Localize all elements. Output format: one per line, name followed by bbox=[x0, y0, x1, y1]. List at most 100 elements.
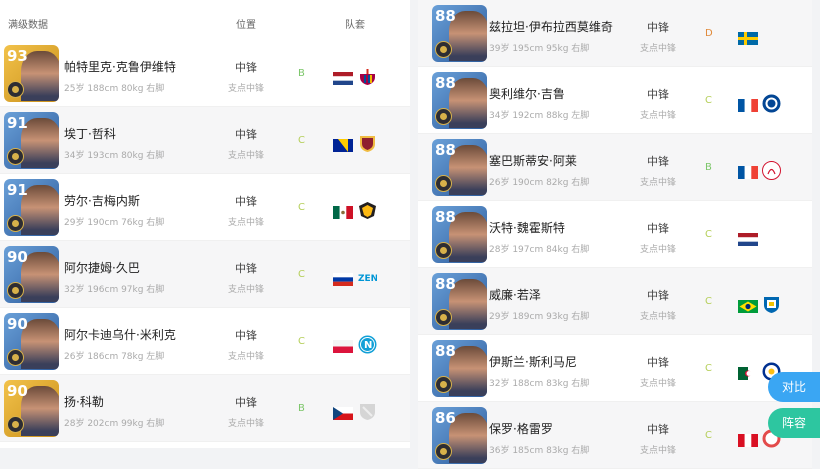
player-info: 28岁 197cm 84kg 右脚 bbox=[489, 245, 590, 255]
club-badge-icon bbox=[358, 134, 377, 153]
player-rating: 90 bbox=[7, 382, 28, 400]
club-badge-icon bbox=[358, 201, 377, 220]
player-row[interactable]: 88 塞巴斯蒂安·阿莱 26岁 190cm 82kg 右脚 中锋 支点中锋 B bbox=[418, 134, 812, 201]
club-badge-icon bbox=[358, 402, 377, 421]
player-rating: 88 bbox=[435, 208, 456, 226]
player-name: 埃丁·哲科 bbox=[64, 127, 116, 141]
card-badge-icon bbox=[435, 443, 452, 460]
player-card[interactable]: 90 bbox=[4, 313, 59, 370]
player-row[interactable]: 88 伊斯兰·斯利马尼 32岁 188cm 83kg 右脚 中锋 支点中锋 C bbox=[418, 335, 812, 402]
svg-text:ZEN: ZEN bbox=[358, 274, 377, 284]
player-row[interactable]: 88 沃特·魏霍斯特 28岁 197cm 84kg 右脚 中锋 支点中锋 C bbox=[418, 201, 812, 268]
player-card[interactable]: 93 bbox=[4, 45, 59, 102]
player-role: 支点中锋 bbox=[227, 419, 264, 429]
player-role: 支点中锋 bbox=[227, 352, 264, 362]
player-info: 29岁 190cm 76kg 右脚 bbox=[64, 218, 165, 228]
list-header: 满级数据 位置 队套 bbox=[0, 0, 410, 40]
player-row[interactable]: 88 兹拉坦·伊布拉西莫维奇 39岁 195cm 95kg 右脚 中锋 支点中锋 D bbox=[418, 0, 812, 67]
player-grade: C bbox=[705, 229, 712, 240]
player-grade: C bbox=[298, 202, 305, 213]
player-row[interactable]: 90 阿尔捷姆·久巴 32岁 196cm 97kg 右脚 中锋 支点中锋 C ZEN bbox=[0, 241, 410, 308]
player-name: 扬·科勒 bbox=[64, 395, 104, 409]
card-badge-icon bbox=[7, 416, 24, 433]
player-position: 中锋 bbox=[235, 262, 257, 275]
player-card[interactable]: 88 bbox=[432, 340, 487, 397]
nation-flag-icon bbox=[333, 70, 353, 85]
player-position: 中锋 bbox=[647, 289, 669, 302]
player-card[interactable]: 90 bbox=[4, 380, 59, 437]
player-name: 保罗·格雷罗 bbox=[489, 422, 553, 436]
player-role: 支点中锋 bbox=[639, 111, 676, 121]
club-badge-icon bbox=[358, 67, 377, 86]
card-badge-icon bbox=[435, 175, 452, 192]
player-name: 威廉·若泽 bbox=[489, 288, 541, 302]
player-info: 34岁 192cm 88kg 左脚 bbox=[489, 111, 590, 121]
player-name: 伊斯兰·斯利马尼 bbox=[489, 355, 577, 369]
header-position: 位置 bbox=[236, 20, 256, 31]
player-row[interactable]: 88 奥利维尔·吉鲁 34岁 192cm 88kg 左脚 中锋 支点中锋 C bbox=[418, 67, 812, 134]
player-row[interactable]: 91 埃丁·哲科 34岁 193cm 80kg 右脚 中锋 支点中锋 C bbox=[0, 107, 410, 174]
player-card[interactable]: 91 bbox=[4, 112, 59, 169]
player-info: 32岁 188cm 83kg 右脚 bbox=[489, 379, 590, 389]
player-grade: C bbox=[298, 135, 305, 146]
player-position: 中锋 bbox=[647, 423, 669, 436]
player-row[interactable]: 90 扬·科勒 28岁 202cm 99kg 右脚 中锋 支点中锋 B bbox=[0, 375, 410, 442]
player-card[interactable]: 88 bbox=[432, 273, 487, 330]
player-card[interactable]: 88 bbox=[432, 139, 487, 196]
player-grade: C bbox=[298, 336, 305, 347]
player-row[interactable]: 88 威廉·若泽 29岁 189cm 93kg 右脚 中锋支点中锋 C bbox=[418, 268, 812, 335]
player-position: 中锋 bbox=[235, 396, 257, 409]
nation-flag-icon bbox=[738, 30, 758, 45]
player-grade: B bbox=[298, 68, 305, 79]
player-card[interactable]: 91 bbox=[4, 179, 59, 236]
player-grade: B bbox=[705, 162, 712, 173]
player-row[interactable]: 93 帕特里克·克鲁伊维特 25岁 188cm 80kg 右脚 中锋 支点中锋 B bbox=[0, 40, 410, 107]
player-name: 奥利维尔·吉鲁 bbox=[489, 87, 565, 101]
player-rating: 88 bbox=[435, 342, 456, 360]
player-rating: 86 bbox=[435, 409, 456, 427]
player-info: 34岁 193cm 80kg 右脚 bbox=[64, 151, 165, 161]
player-card[interactable]: 88 bbox=[432, 206, 487, 263]
card-badge-icon bbox=[7, 81, 24, 98]
compare-button[interactable]: 对比 bbox=[768, 372, 820, 402]
player-rating: 93 bbox=[7, 47, 28, 65]
player-card[interactable]: 88 bbox=[432, 72, 487, 129]
nation-flag-icon bbox=[333, 137, 353, 152]
player-row[interactable]: 91 劳尔·吉梅内斯 29岁 190cm 76kg 右脚 中锋 支点中锋 C bbox=[0, 174, 410, 241]
player-info: 25岁 188cm 80kg 右脚 bbox=[64, 84, 165, 94]
player-position: 中锋 bbox=[235, 128, 257, 141]
player-grade: C bbox=[705, 363, 712, 374]
club-badge-icon bbox=[762, 94, 781, 113]
player-role: 支点中锋 bbox=[227, 285, 264, 295]
player-card[interactable]: 88 bbox=[432, 5, 487, 62]
player-card[interactable]: 86 bbox=[432, 407, 487, 464]
lineup-button[interactable]: 阵容 bbox=[768, 408, 820, 438]
player-position: 中锋 bbox=[235, 329, 257, 342]
header-team: 队套 bbox=[345, 20, 365, 31]
card-badge-icon bbox=[7, 148, 24, 165]
nation-flag-icon bbox=[738, 432, 758, 447]
player-info: 26岁 190cm 82kg 右脚 bbox=[489, 178, 590, 188]
player-role: 支点中锋 bbox=[639, 312, 676, 322]
club-badge-icon bbox=[762, 295, 781, 314]
player-rating: 88 bbox=[435, 275, 456, 293]
player-position: 中锋 bbox=[235, 61, 257, 74]
nation-flag-icon bbox=[738, 298, 758, 313]
player-name: 帕特里克·克鲁伊维特 bbox=[64, 60, 176, 74]
player-grade: C bbox=[705, 296, 712, 307]
player-position: 中锋 bbox=[235, 195, 257, 208]
player-card[interactable]: 90 bbox=[4, 246, 59, 303]
card-badge-icon bbox=[435, 376, 452, 393]
player-info: 29岁 189cm 93kg 右脚 bbox=[489, 312, 590, 322]
player-position: 中锋 bbox=[647, 88, 669, 101]
right-player-panel: 88 兹拉坦·伊布拉西莫维奇 39岁 195cm 95kg 右脚 中锋 支点中锋 D 88 奥… bbox=[418, 0, 812, 469]
player-grade: B bbox=[298, 403, 305, 414]
player-position: 中锋 bbox=[647, 21, 669, 34]
player-row[interactable]: 86 保罗·格雷罗 36岁 185cm 83kg 右脚 中锋 支点中锋 C bbox=[418, 402, 812, 469]
player-row[interactable]: 90 阿尔卡迪乌什·米利克 26岁 186cm 78kg 左脚 中锋 支点中锋 C N bbox=[0, 308, 410, 375]
player-grade: C bbox=[298, 269, 305, 280]
player-name: 沃特·魏霍斯特 bbox=[489, 221, 565, 235]
club-badge-icon: ZEN bbox=[358, 268, 378, 287]
nation-flag-icon bbox=[738, 231, 758, 246]
card-badge-icon bbox=[7, 282, 24, 299]
